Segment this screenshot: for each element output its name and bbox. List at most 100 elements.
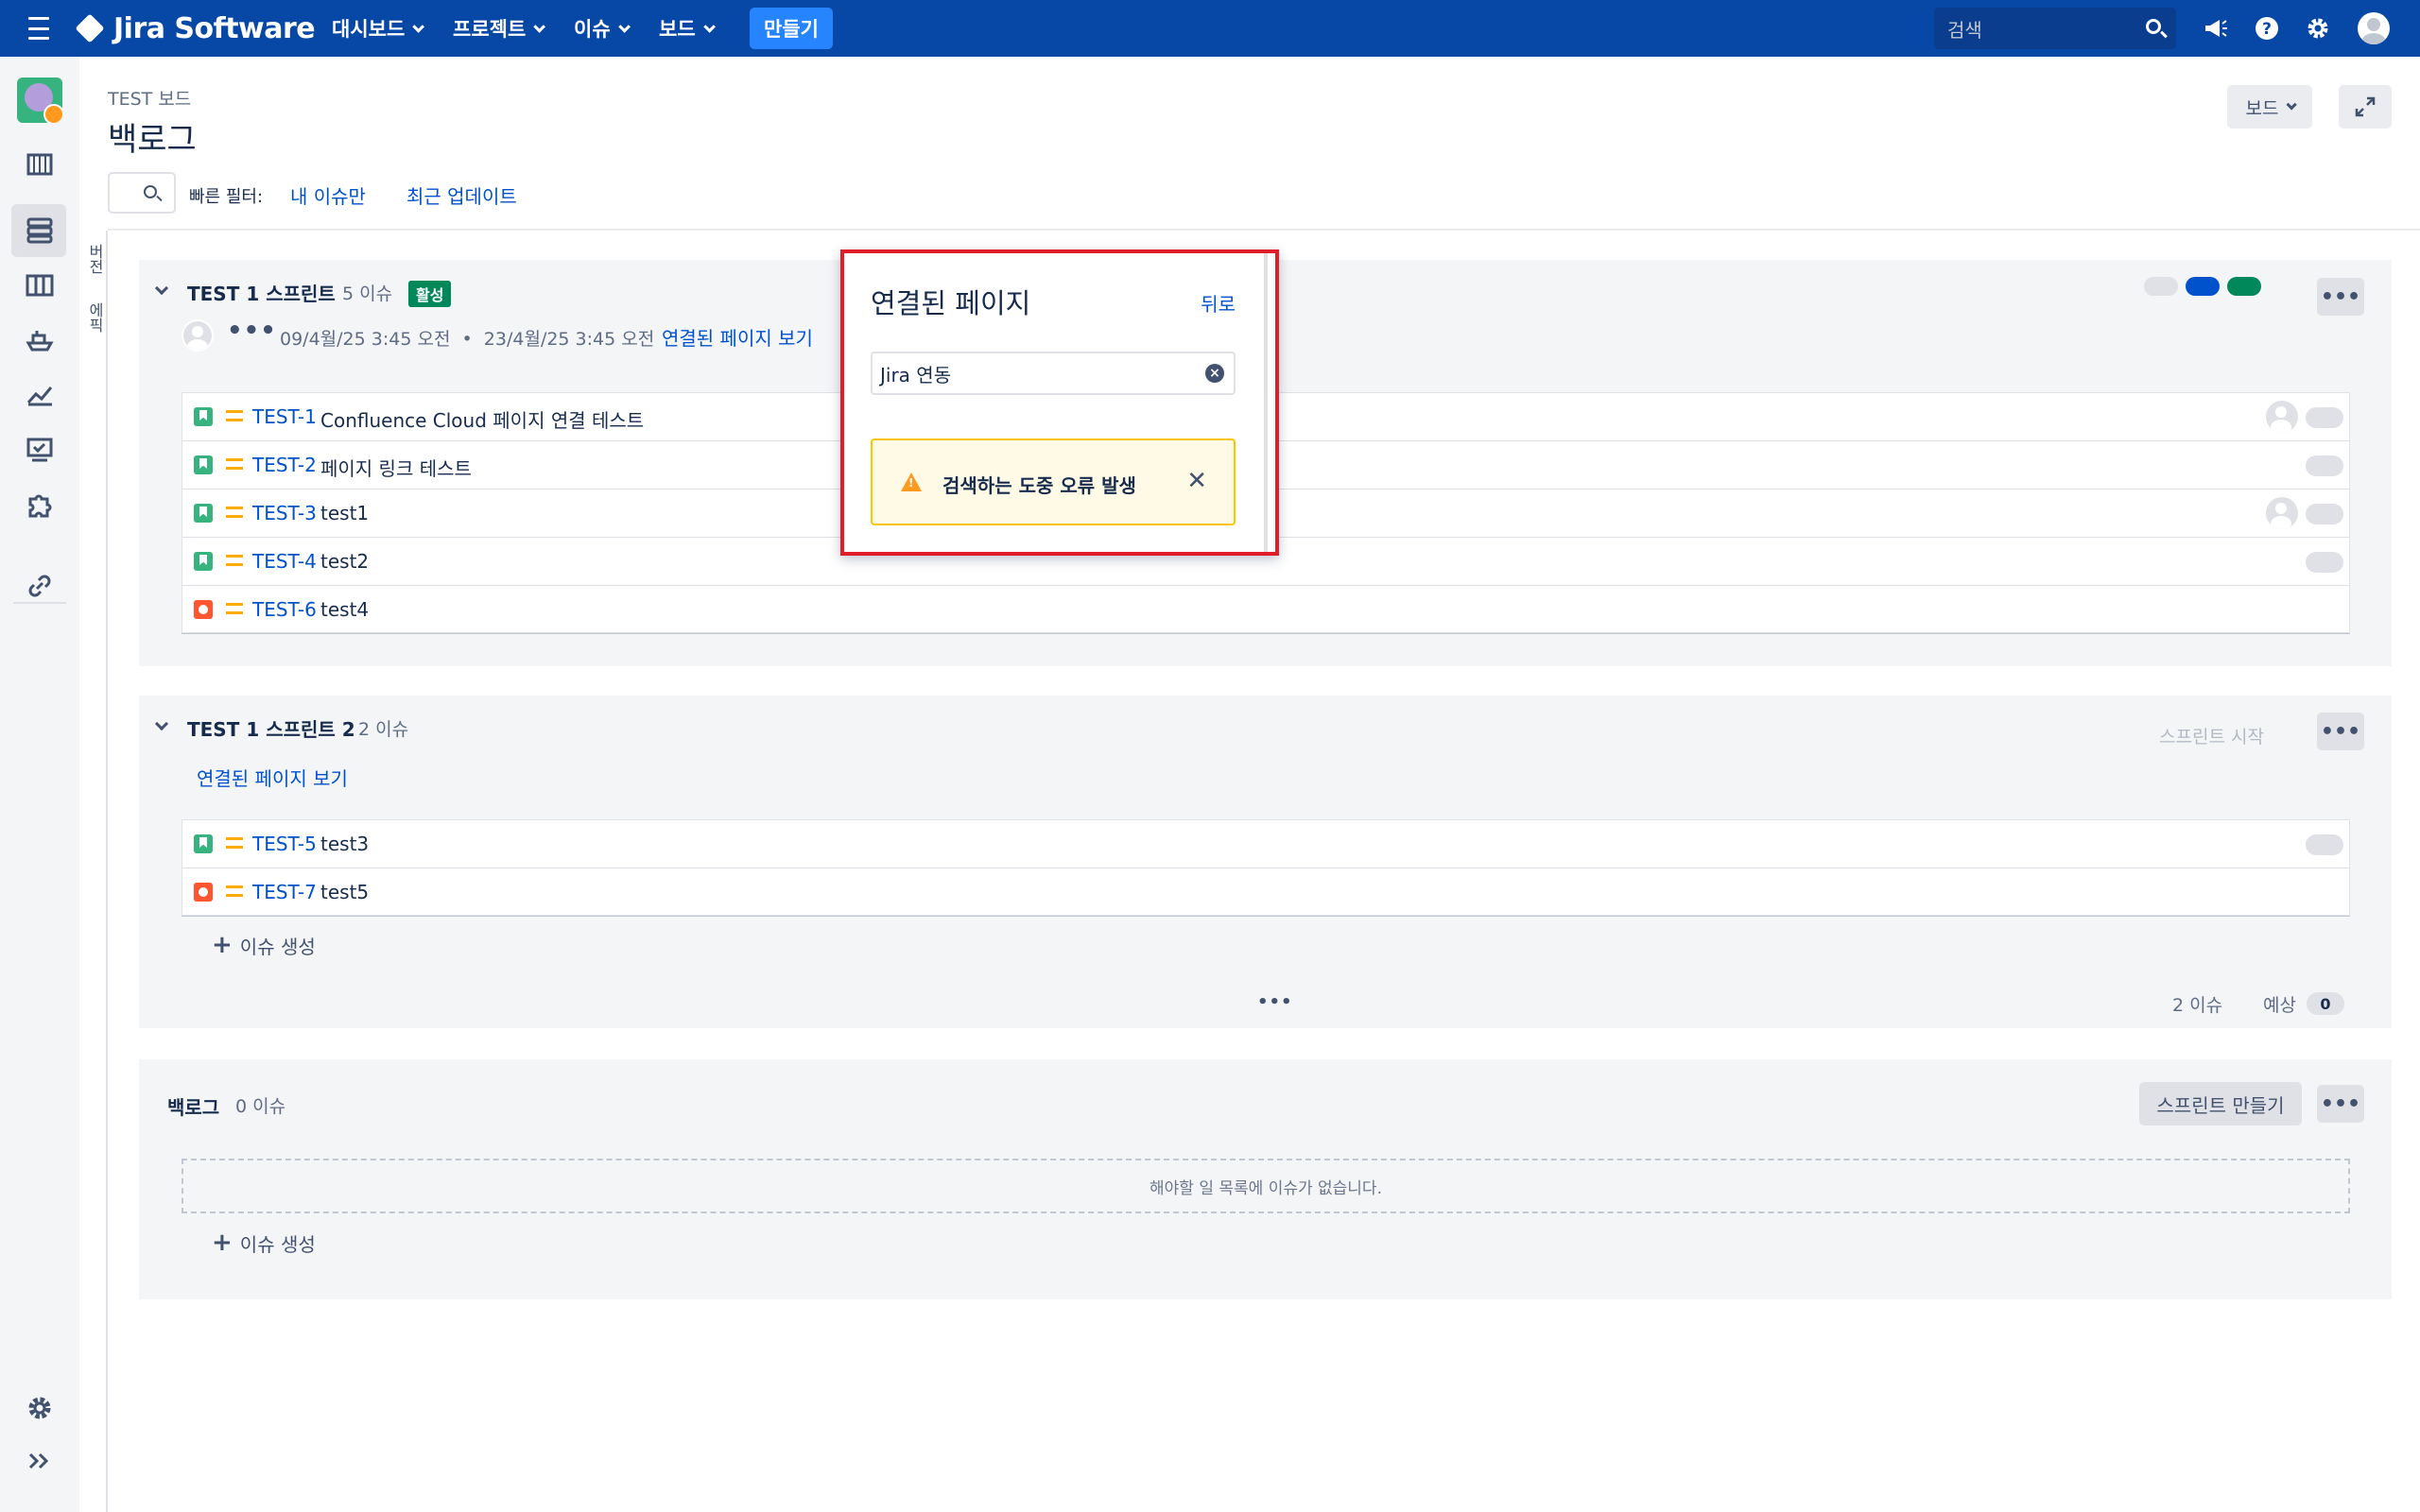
estimate-total-badge: 0	[2307, 992, 2344, 1015]
linked-pages-popup: 연결된 페이지 뒤로 Jira 연동 × 검색하는 도중 오류 발생 ✕	[840, 249, 1279, 556]
nav-boards[interactable]: 보드	[659, 14, 716, 43]
issues-checklist-icon[interactable]	[21, 431, 59, 469]
sprint-1-more-button[interactable]: •••	[2317, 278, 2364, 316]
board-columns-icon[interactable]	[21, 266, 59, 304]
project-link-icon[interactable]	[21, 567, 59, 605]
issue-key[interactable]: TEST-1	[252, 405, 317, 428]
plus-icon: +	[212, 931, 233, 959]
popup-scrollbar[interactable]	[1264, 253, 1268, 552]
issue-summary: test2	[320, 550, 370, 573]
settings-gear-icon[interactable]	[2303, 13, 2333, 43]
top-navigation-bar: Jira Software 대시보드 프로젝트 이슈 보드 만들기 검색 ?	[0, 0, 2420, 57]
quick-search-input[interactable]	[108, 172, 176, 214]
sprint-1-dates: 09/4월/25 3:45 오전 • 23/4월/25 3:45 오전	[280, 329, 655, 350]
project-avatar[interactable]	[17, 77, 62, 123]
app-switcher-menu-icon[interactable]	[26, 17, 51, 40]
nav-label: 이슈	[574, 18, 611, 41]
sprint-1-linked-pages-link[interactable]: 연결된 페이지 보기	[662, 323, 813, 351]
reports-chart-icon[interactable]	[21, 376, 59, 414]
clear-input-icon[interactable]: ×	[1205, 364, 1224, 383]
sprint-2-more-button[interactable]: •••	[2317, 713, 2364, 750]
estimate-badge	[2306, 504, 2343, 524]
nav-issues[interactable]: 이슈	[574, 14, 631, 43]
issue-summary: test1	[320, 502, 370, 524]
versions-tab[interactable]: 버전	[83, 244, 106, 274]
issue-key[interactable]: TEST-2	[252, 454, 317, 476]
search-icon	[2146, 19, 2161, 34]
backlog-issue-count: 0 이슈	[235, 1096, 286, 1117]
issue-row[interactable]: TEST-6 test4	[182, 585, 2350, 633]
issue-row[interactable]: TEST-5 test3	[182, 819, 2350, 868]
issue-summary: test4	[320, 598, 370, 621]
board-select-button[interactable]: 보드	[2227, 85, 2312, 129]
roadmap-icon[interactable]	[21, 146, 59, 183]
filter-only-my-issues[interactable]: 내 이슈만	[290, 181, 366, 209]
releases-ship-icon[interactable]	[21, 321, 59, 359]
help-icon[interactable]: ?	[2252, 13, 2282, 43]
page-title: 백로그	[108, 121, 197, 159]
filter-recently-updated[interactable]: 최근 업데이트	[406, 181, 517, 209]
bug-icon	[194, 883, 213, 902]
drag-handle-icon[interactable]: •••	[1257, 992, 1293, 1012]
fullscreen-button[interactable]	[2339, 85, 2392, 129]
issue-key[interactable]: TEST-5	[252, 833, 317, 855]
board-button-label: 보드	[2245, 97, 2279, 119]
estimate-badge	[2306, 834, 2343, 855]
story-icon	[194, 407, 213, 426]
search-input[interactable]: 검색	[1934, 8, 2176, 49]
story-icon	[194, 834, 213, 853]
issue-summary: test3	[320, 833, 370, 855]
create-button[interactable]: 만들기	[750, 8, 833, 49]
sprint-2-create-issue-button[interactable]: + 이슈 생성	[212, 931, 316, 959]
more-assignees-icon[interactable]: •••	[227, 317, 277, 345]
issue-key[interactable]: TEST-6	[252, 598, 317, 621]
backlog-more-button[interactable]: •••	[2317, 1085, 2364, 1123]
jira-logo[interactable]: Jira Software	[75, 11, 316, 45]
issue-key[interactable]: TEST-7	[252, 881, 317, 903]
sprint-assignee-avatar[interactable]	[182, 319, 214, 352]
project-settings-gear-icon[interactable]	[21, 1389, 59, 1427]
logo-text: Jira Software	[113, 11, 316, 45]
linked-page-search-input[interactable]: Jira 연동 ×	[871, 352, 1236, 395]
notifications-megaphone-icon[interactable]	[2201, 13, 2231, 43]
user-avatar[interactable]	[2358, 12, 2390, 44]
sprint-status-badge: 활성	[408, 281, 452, 307]
components-puzzle-icon[interactable]	[21, 486, 59, 524]
issue-row[interactable]: TEST-7 test5	[182, 868, 2350, 916]
nav-projects[interactable]: 프로젝트	[453, 14, 546, 43]
chevron-down-icon	[702, 20, 716, 33]
create-sprint-button[interactable]: 스프린트 만들기	[2139, 1082, 2302, 1125]
backlog-title: 백로그	[167, 1096, 220, 1119]
nav-label: 보드	[659, 18, 696, 41]
story-icon	[194, 552, 213, 571]
assignee-avatar[interactable]	[2266, 401, 2298, 433]
assignee-avatar[interactable]	[2266, 497, 2298, 529]
nav-dashboards[interactable]: 대시보드	[332, 14, 425, 43]
issue-key[interactable]: TEST-4	[252, 550, 317, 573]
header-divider	[108, 229, 2420, 231]
close-icon[interactable]: ✕	[1186, 467, 1207, 495]
estimate-badge	[2306, 455, 2343, 476]
issue-summary: test5	[320, 881, 370, 903]
quick-filters-label: 빠른 필터:	[189, 187, 264, 207]
story-icon	[194, 504, 213, 523]
priority-medium-icon	[226, 410, 243, 421]
issue-key[interactable]: TEST-3	[252, 502, 317, 524]
sprint-2-linked-pages-link[interactable]: 연결된 페이지 보기	[197, 764, 348, 791]
epics-tab[interactable]: 에픽	[83, 302, 106, 333]
todo-count-pill	[2144, 277, 2178, 296]
backlog-icon[interactable]	[21, 212, 59, 249]
backlog-side-rail: 버전 에픽	[79, 231, 108, 1512]
start-sprint-button[interactable]: 스프린트 시작	[2159, 723, 2264, 748]
search-value: Jira 연동	[880, 363, 952, 387]
popup-back-link[interactable]: 뒤로	[1201, 289, 1236, 317]
expand-sidebar-icon[interactable]	[21, 1442, 59, 1480]
nav-label: 프로젝트	[453, 18, 527, 41]
jira-diamond-icon	[75, 13, 105, 43]
chevron-down-icon	[533, 20, 546, 33]
backlog-create-issue-button[interactable]: + 이슈 생성	[212, 1228, 316, 1257]
backlog-empty-state: 해야할 일 목록에 이슈가 없습니다.	[182, 1159, 2350, 1213]
sprint-1-title: TEST 1 스프린트	[187, 283, 336, 305]
sprint-1-issue-count: 5 이슈	[342, 284, 393, 304]
breadcrumb[interactable]: TEST 보드	[108, 85, 191, 111]
